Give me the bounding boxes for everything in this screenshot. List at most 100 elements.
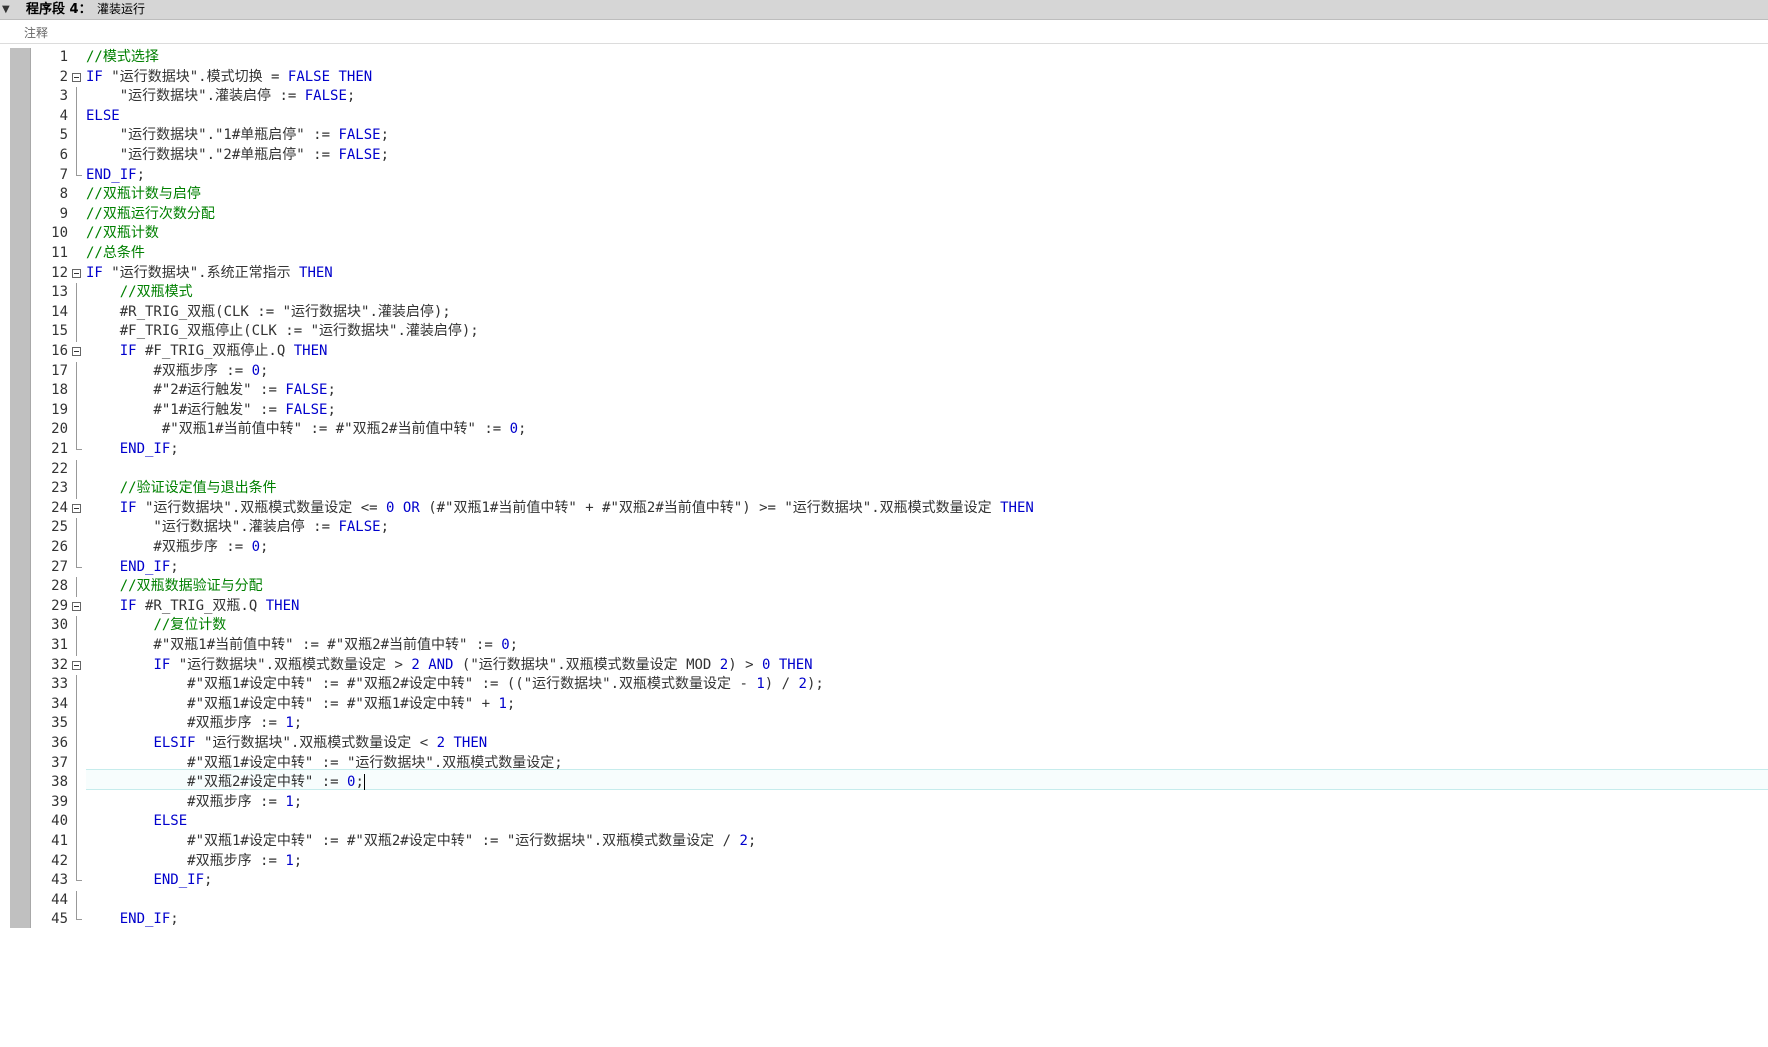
network-title[interactable]: 灌装运行 <box>97 0 145 19</box>
code-content[interactable]: #双瓶步序 := 1; <box>86 714 302 734</box>
code-line[interactable]: 16 IF #F_TRIG_双瓶停止.Q THEN <box>0 342 1768 362</box>
code-line[interactable]: 5 "运行数据块"."1#单瓶启停" := FALSE; <box>0 126 1768 146</box>
code-line[interactable]: 11 //总条件 <box>0 244 1768 264</box>
code-line[interactable]: 23 //验证设定值与退出条件 <box>0 479 1768 499</box>
code-content[interactable]: #"双瓶1#设定中转" := #"双瓶2#设定中转" := (("运行数据块".… <box>86 675 824 695</box>
code-content[interactable]: #R_TRIG_双瓶(CLK := "运行数据块".灌装启停); <box>86 303 451 323</box>
code-line[interactable]: 1 //模式选择 <box>0 48 1768 68</box>
fold-collapse-icon[interactable] <box>72 347 81 356</box>
code-content[interactable]: //总条件 <box>86 244 145 264</box>
code-content[interactable]: #"双瓶1#设定中转" := #"双瓶1#设定中转" + 1; <box>86 695 515 715</box>
code-content[interactable]: #"双瓶1#当前值中转" := #"双瓶2#当前值中转" := 0; <box>86 636 518 656</box>
code-line[interactable]: 42 #双瓶步序 := 1; <box>0 851 1768 872</box>
code-content[interactable]: //双瓶数据验证与分配 <box>86 577 263 597</box>
code-line[interactable]: 32 IF "运行数据块".双瓶模式数量设定 > 2 AND ("运行数据块".… <box>0 656 1768 676</box>
code-line[interactable]: 38 #"双瓶2#设定中转" := 0; <box>0 773 1768 793</box>
code-content[interactable]: #双瓶步序 := 1; <box>86 852 302 872</box>
code-content[interactable]: //双瓶计数与启停 <box>86 185 201 205</box>
code-content[interactable]: #"双瓶2#设定中转" := 0; <box>86 773 365 793</box>
code-content[interactable]: #F_TRIG_双瓶停止(CLK := "运行数据块".灌装启停); <box>86 322 479 342</box>
code-line[interactable]: 17 #双瓶步序 := 0; <box>0 361 1768 382</box>
code-line[interactable]: 29 IF #R_TRIG_双瓶.Q THEN <box>0 597 1768 617</box>
code-line[interactable]: 27 END_IF; <box>0 557 1768 578</box>
network-header[interactable]: ▼ 程序段 4： 灌装运行 <box>0 0 1768 20</box>
code-line[interactable]: 43 END_IF; <box>0 871 1768 891</box>
code-line[interactable]: 10 //双瓶计数 <box>0 224 1768 244</box>
code-line[interactable]: 24 IF "运行数据块".双瓶模式数量设定 <= 0 OR (#"双瓶1#当前… <box>0 499 1768 519</box>
collapse-triangle-icon[interactable]: ▼ <box>2 0 10 19</box>
scl-code-editor[interactable]: 1//模式选择 2 IF "运行数据块".模式切换 = FALSE THEN 3 "运… <box>0 48 1768 1047</box>
code-content[interactable]: "运行数据块".灌装启停 := FALSE; <box>86 87 356 107</box>
code-content[interactable]: //复位计数 <box>86 616 226 636</box>
fold-collapse-icon[interactable] <box>72 503 81 513</box>
code-line[interactable]: 8 //双瓶计数与启停 <box>0 185 1768 205</box>
fold-collapse-icon[interactable] <box>72 601 81 611</box>
code-line[interactable]: 9 //双瓶运行次数分配 <box>0 205 1768 225</box>
code-line[interactable]: 15 #F_TRIG_双瓶停止(CLK := "运行数据块".灌装启停); <box>0 322 1768 342</box>
code-content[interactable]: IF #F_TRIG_双瓶停止.Q THEN <box>86 342 328 362</box>
code-line[interactable]: 18 #"2#运行触发" := FALSE; <box>0 381 1768 401</box>
code-content[interactable]: //双瓶运行次数分配 <box>86 205 215 225</box>
code-content[interactable]: #双瓶步序 := 1; <box>86 793 302 813</box>
code-line[interactable]: 3 "运行数据块".灌装启停 := FALSE; <box>0 87 1768 107</box>
fold-collapse-icon[interactable] <box>72 72 81 82</box>
code-line[interactable]: 14 #R_TRIG_双瓶(CLK := "运行数据块".灌装启停); <box>0 302 1768 323</box>
code-content[interactable]: "运行数据块"."2#单瓶启停" := FALSE; <box>86 146 389 166</box>
code-line[interactable]: 30 //复位计数 <box>0 616 1768 636</box>
code-content[interactable]: END_IF; <box>86 871 212 891</box>
code-line[interactable]: 28 //双瓶数据验证与分配 <box>0 577 1768 597</box>
code-line[interactable]: 12 IF "运行数据块".系统正常指示 THEN <box>0 264 1768 284</box>
code-line[interactable]: 25 "运行数据块".灌装启停 := FALSE; <box>0 518 1768 538</box>
code-line[interactable]: 36 ELSIF "运行数据块".双瓶模式数量设定 < 2 THEN <box>0 734 1768 754</box>
code-line[interactable]: 2 IF "运行数据块".模式切换 = FALSE THEN <box>0 68 1768 88</box>
code-content[interactable]: ELSE <box>86 812 187 832</box>
code-line[interactable]: 7 END_IF; <box>0 165 1768 186</box>
code-content[interactable]: IF "运行数据块".模式切换 = FALSE THEN <box>86 68 372 88</box>
code-content[interactable]: //双瓶模式 <box>86 283 193 303</box>
code-line[interactable]: 31 #"双瓶1#当前值中转" := #"双瓶2#当前值中转" := 0; <box>0 636 1768 656</box>
code-content[interactable]: #"双瓶1#设定中转" := #"双瓶2#设定中转" := "运行数据块".双瓶… <box>86 832 756 852</box>
code-line[interactable]: 20 #"双瓶1#当前值中转" := #"双瓶2#当前值中转" := 0; <box>0 420 1768 440</box>
code-line[interactable]: 13 //双瓶模式 <box>0 283 1768 303</box>
code-line[interactable]: 22 <box>0 459 1768 480</box>
fold-collapse-icon[interactable] <box>72 268 81 278</box>
code-content[interactable]: #双瓶步序 := 0; <box>86 538 268 558</box>
code-content[interactable]: #"1#运行触发" := FALSE; <box>86 401 335 421</box>
code-line[interactable]: 45 END_IF; <box>0 910 1768 930</box>
code-content[interactable]: END_IF; <box>86 558 179 578</box>
code-line[interactable]: 6 "运行数据块"."2#单瓶启停" := FALSE; <box>0 146 1768 166</box>
code-content[interactable]: #"双瓶1#当前值中转" := #"双瓶2#当前值中转" := 0; <box>86 420 527 440</box>
code-content[interactable]: END_IF; <box>86 910 179 930</box>
code-content[interactable]: "运行数据块".灌装启停 := FALSE; <box>86 518 389 538</box>
line-number: 19 <box>51 401 68 418</box>
code-content[interactable]: //双瓶计数 <box>86 224 159 244</box>
code-content[interactable]: IF "运行数据块".双瓶模式数量设定 <= 0 OR (#"双瓶1#当前值中转… <box>86 499 1034 519</box>
code-content[interactable]: END_IF; <box>86 166 145 186</box>
fold-collapse-icon[interactable] <box>72 660 81 670</box>
code-content[interactable]: IF "运行数据块".系统正常指示 THEN <box>86 264 333 284</box>
code-content[interactable]: #"双瓶1#设定中转" := "运行数据块".双瓶模式数量设定; <box>86 754 563 774</box>
code-content[interactable]: IF #R_TRIG_双瓶.Q THEN <box>86 597 300 617</box>
code-content[interactable]: ELSE <box>86 107 120 127</box>
code-line[interactable]: 44 <box>0 890 1768 911</box>
code-content[interactable]: "运行数据块"."1#单瓶启停" := FALSE; <box>86 126 389 146</box>
code-line[interactable]: 35 #双瓶步序 := 1; <box>0 714 1768 734</box>
code-content[interactable]: END_IF; <box>86 440 179 460</box>
code-line[interactable]: 34 #"双瓶1#设定中转" := #"双瓶1#设定中转" + 1; <box>0 694 1768 715</box>
code-content[interactable]: #双瓶步序 := 0; <box>86 362 268 382</box>
code-line[interactable]: 40 ELSE <box>0 812 1768 832</box>
code-line[interactable]: 19 #"1#运行触发" := FALSE; <box>0 400 1768 421</box>
code-line[interactable]: 39 #双瓶步序 := 1; <box>0 792 1768 813</box>
code-content[interactable]: ELSIF "运行数据块".双瓶模式数量设定 < 2 THEN <box>86 734 487 754</box>
code-content[interactable]: IF "运行数据块".双瓶模式数量设定 > 2 AND ("运行数据块".双瓶模… <box>86 656 812 676</box>
code-line[interactable]: 26 #双瓶步序 := 0; <box>0 538 1768 558</box>
code-content[interactable]: #"2#运行触发" := FALSE; <box>86 381 335 401</box>
code-line[interactable]: 21 END_IF; <box>0 440 1768 460</box>
code-line[interactable]: 37 #"双瓶1#设定中转" := "运行数据块".双瓶模式数量设定; <box>0 753 1768 774</box>
code-line[interactable]: 33 #"双瓶1#设定中转" := #"双瓶2#设定中转" := (("运行数据… <box>0 675 1768 695</box>
code-line[interactable]: 4 ELSE <box>0 106 1768 127</box>
code-content[interactable]: //验证设定值与退出条件 <box>86 479 277 499</box>
code-line[interactable]: 41 #"双瓶1#设定中转" := #"双瓶2#设定中转" := "运行数据块"… <box>0 832 1768 852</box>
code-content[interactable]: //模式选择 <box>86 48 159 68</box>
network-comment-row[interactable]: 注释 <box>0 21 1768 44</box>
